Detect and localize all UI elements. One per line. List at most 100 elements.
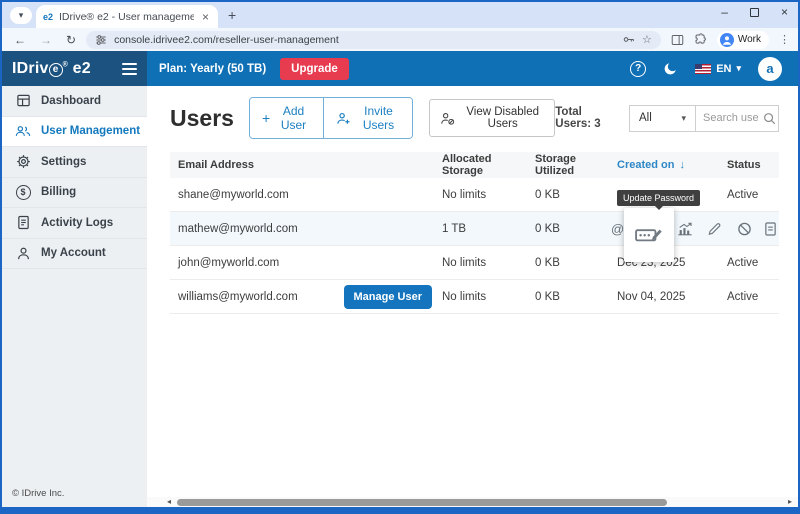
new-tab-button[interactable]: + [228, 7, 236, 23]
cell-email: williams@myworld.com Manage User [170, 285, 442, 309]
table-row[interactable]: john@myworld.com No limits 0 KB Dec 23, … [170, 246, 779, 280]
tab-close-icon[interactable]: × [200, 10, 211, 24]
person-icon [15, 246, 31, 261]
sidebar-item-activity-logs[interactable]: Activity Logs [2, 208, 147, 239]
window-close-button[interactable]: × [781, 5, 788, 19]
update-password-tooltip: Update Password [617, 190, 700, 206]
header-storage-utilized: Storage Utilized [535, 153, 617, 177]
browser-tab[interactable]: e2 IDrive® e2 - User management × [36, 5, 218, 28]
sidebar-item-label: Billing [41, 186, 76, 198]
scroll-right-icon[interactable]: ▸ [788, 497, 792, 507]
users-table: Email Address Allocated Storage Storage … [170, 152, 779, 314]
document-icon [15, 215, 31, 230]
browser-toolbar: ← → ↻ console.idrivee2.com/reseller-user… [2, 28, 798, 51]
header-email: Email Address [170, 159, 442, 171]
sidebar: Dashboard User Management Settings $ Bil… [2, 86, 147, 507]
plan-label: Plan: Yearly (50 TB) [159, 63, 266, 75]
manage-user-button[interactable]: Manage User [344, 285, 432, 309]
dashboard-icon [15, 93, 31, 108]
cell-status: Active [727, 189, 779, 201]
sort-descending-icon: ↓ [679, 159, 685, 171]
at-icon[interactable]: @ [611, 221, 624, 236]
scroll-left-icon[interactable]: ◂ [167, 497, 171, 507]
search-icon [763, 112, 776, 125]
site-favicon: e2 [43, 12, 53, 22]
tab-search-button[interactable]: ▾ [10, 7, 32, 24]
cell-allocated: No limits [442, 189, 535, 201]
cell-utilized: 0 KB [535, 257, 617, 269]
bookmark-star-icon[interactable]: ☆ [642, 33, 652, 46]
sidebar-item-billing[interactable]: $ Billing [2, 178, 147, 209]
cell-email: shane@myworld.com [170, 189, 442, 201]
cell-utilized: 0 KB [535, 189, 617, 201]
sidebar-item-label: Settings [41, 156, 86, 168]
sidebar-item-dashboard[interactable]: Dashboard [2, 86, 147, 117]
title-row: Users + Add User Invite Users [170, 97, 779, 139]
filter-search-group: All ▾ [629, 105, 779, 132]
reload-button[interactable]: ↻ [62, 33, 80, 47]
header-status: Status [727, 159, 779, 171]
activity-log-icon[interactable] [764, 221, 777, 236]
side-panel-icon[interactable] [671, 34, 684, 46]
scrollbar-thumb[interactable] [177, 499, 667, 506]
chevron-down-icon: ▾ [736, 63, 741, 74]
sidebar-item-label: Dashboard [41, 95, 101, 107]
forward-button[interactable]: → [36, 33, 56, 47]
cell-status: Active [727, 257, 779, 269]
cell-created: Nov 04, 2025 [617, 291, 727, 303]
browser-window: ▾ e2 IDrive® e2 - User management × + – … [0, 0, 800, 514]
update-password-button[interactable] [624, 208, 674, 262]
tab-strip: ▾ e2 IDrive® e2 - User management × + – … [2, 2, 798, 28]
us-flag-icon [695, 64, 711, 74]
browser-menu-icon[interactable]: ⋮ [779, 33, 790, 46]
profile-avatar-icon [720, 33, 734, 47]
maximize-button[interactable] [750, 8, 759, 17]
address-bar[interactable]: console.idrivee2.com/reseller-user-manag… [86, 31, 661, 49]
dark-mode-moon-icon[interactable] [663, 61, 678, 76]
upgrade-button[interactable]: Upgrade [280, 58, 349, 80]
usage-graph-icon[interactable] [677, 221, 693, 236]
header-right: ? EN ▾ a [630, 57, 782, 81]
table-row[interactable]: williams@myworld.com Manage User No limi… [170, 280, 779, 314]
sidebar-item-settings[interactable]: Settings [2, 147, 147, 178]
sidebar-item-user-management[interactable]: User Management [2, 117, 147, 148]
profile-button[interactable]: Work [717, 31, 769, 49]
disable-ban-icon[interactable] [737, 221, 752, 236]
chevron-down-icon: ▾ [19, 10, 24, 21]
extensions-puzzle-icon[interactable] [694, 33, 707, 46]
edit-pencil-icon[interactable] [707, 221, 722, 236]
help-icon[interactable]: ? [630, 61, 646, 77]
main-content: Users + Add User Invite Users [147, 86, 798, 507]
invite-users-button[interactable]: Invite Users [323, 98, 412, 138]
hamburger-menu-icon[interactable] [122, 63, 137, 75]
header-allocated-storage: Allocated Storage [442, 153, 535, 177]
invite-user-icon [336, 112, 351, 125]
app-header: IDrive® e2 Plan: Yearly (50 TB) Upgrade … [2, 51, 798, 86]
toolbar-icons: Work ⋮ [671, 31, 790, 49]
logo-block: IDrive® e2 [2, 51, 147, 86]
header-created-on[interactable]: Created on ↓ [617, 159, 727, 171]
table-header-row: Email Address Allocated Storage Storage … [170, 152, 779, 178]
view-disabled-users-button[interactable]: View Disabled Users [429, 99, 555, 137]
tab-title: IDrive® e2 - User management [59, 11, 194, 23]
cell-allocated: No limits [442, 291, 535, 303]
cell-allocated: No limits [442, 257, 535, 269]
back-button[interactable]: ← [10, 33, 30, 47]
sidebar-item-label: Activity Logs [41, 217, 113, 229]
site-settings-icon[interactable] [95, 34, 107, 46]
language-selector[interactable]: EN ▾ [695, 63, 741, 75]
minimize-button[interactable]: – [721, 5, 728, 19]
chevron-down-icon: ▾ [681, 113, 686, 124]
window-controls: – × [721, 5, 788, 19]
idrive-e2-logo: IDrive® e2 [12, 60, 91, 78]
sidebar-item-my-account[interactable]: My Account [2, 239, 147, 270]
password-key-icon[interactable] [622, 33, 635, 46]
user-avatar[interactable]: a [758, 57, 782, 81]
add-user-button[interactable]: + Add User [250, 98, 323, 138]
horizontal-scrollbar[interactable]: ◂ ▸ [147, 497, 798, 507]
profile-name: Work [738, 34, 761, 45]
filter-dropdown[interactable]: All ▾ [630, 106, 696, 131]
table-row[interactable]: mathew@myworld.com 1 TB 0 KB @ [170, 212, 779, 246]
search-input[interactable] [703, 112, 759, 124]
users-icon [15, 124, 31, 138]
